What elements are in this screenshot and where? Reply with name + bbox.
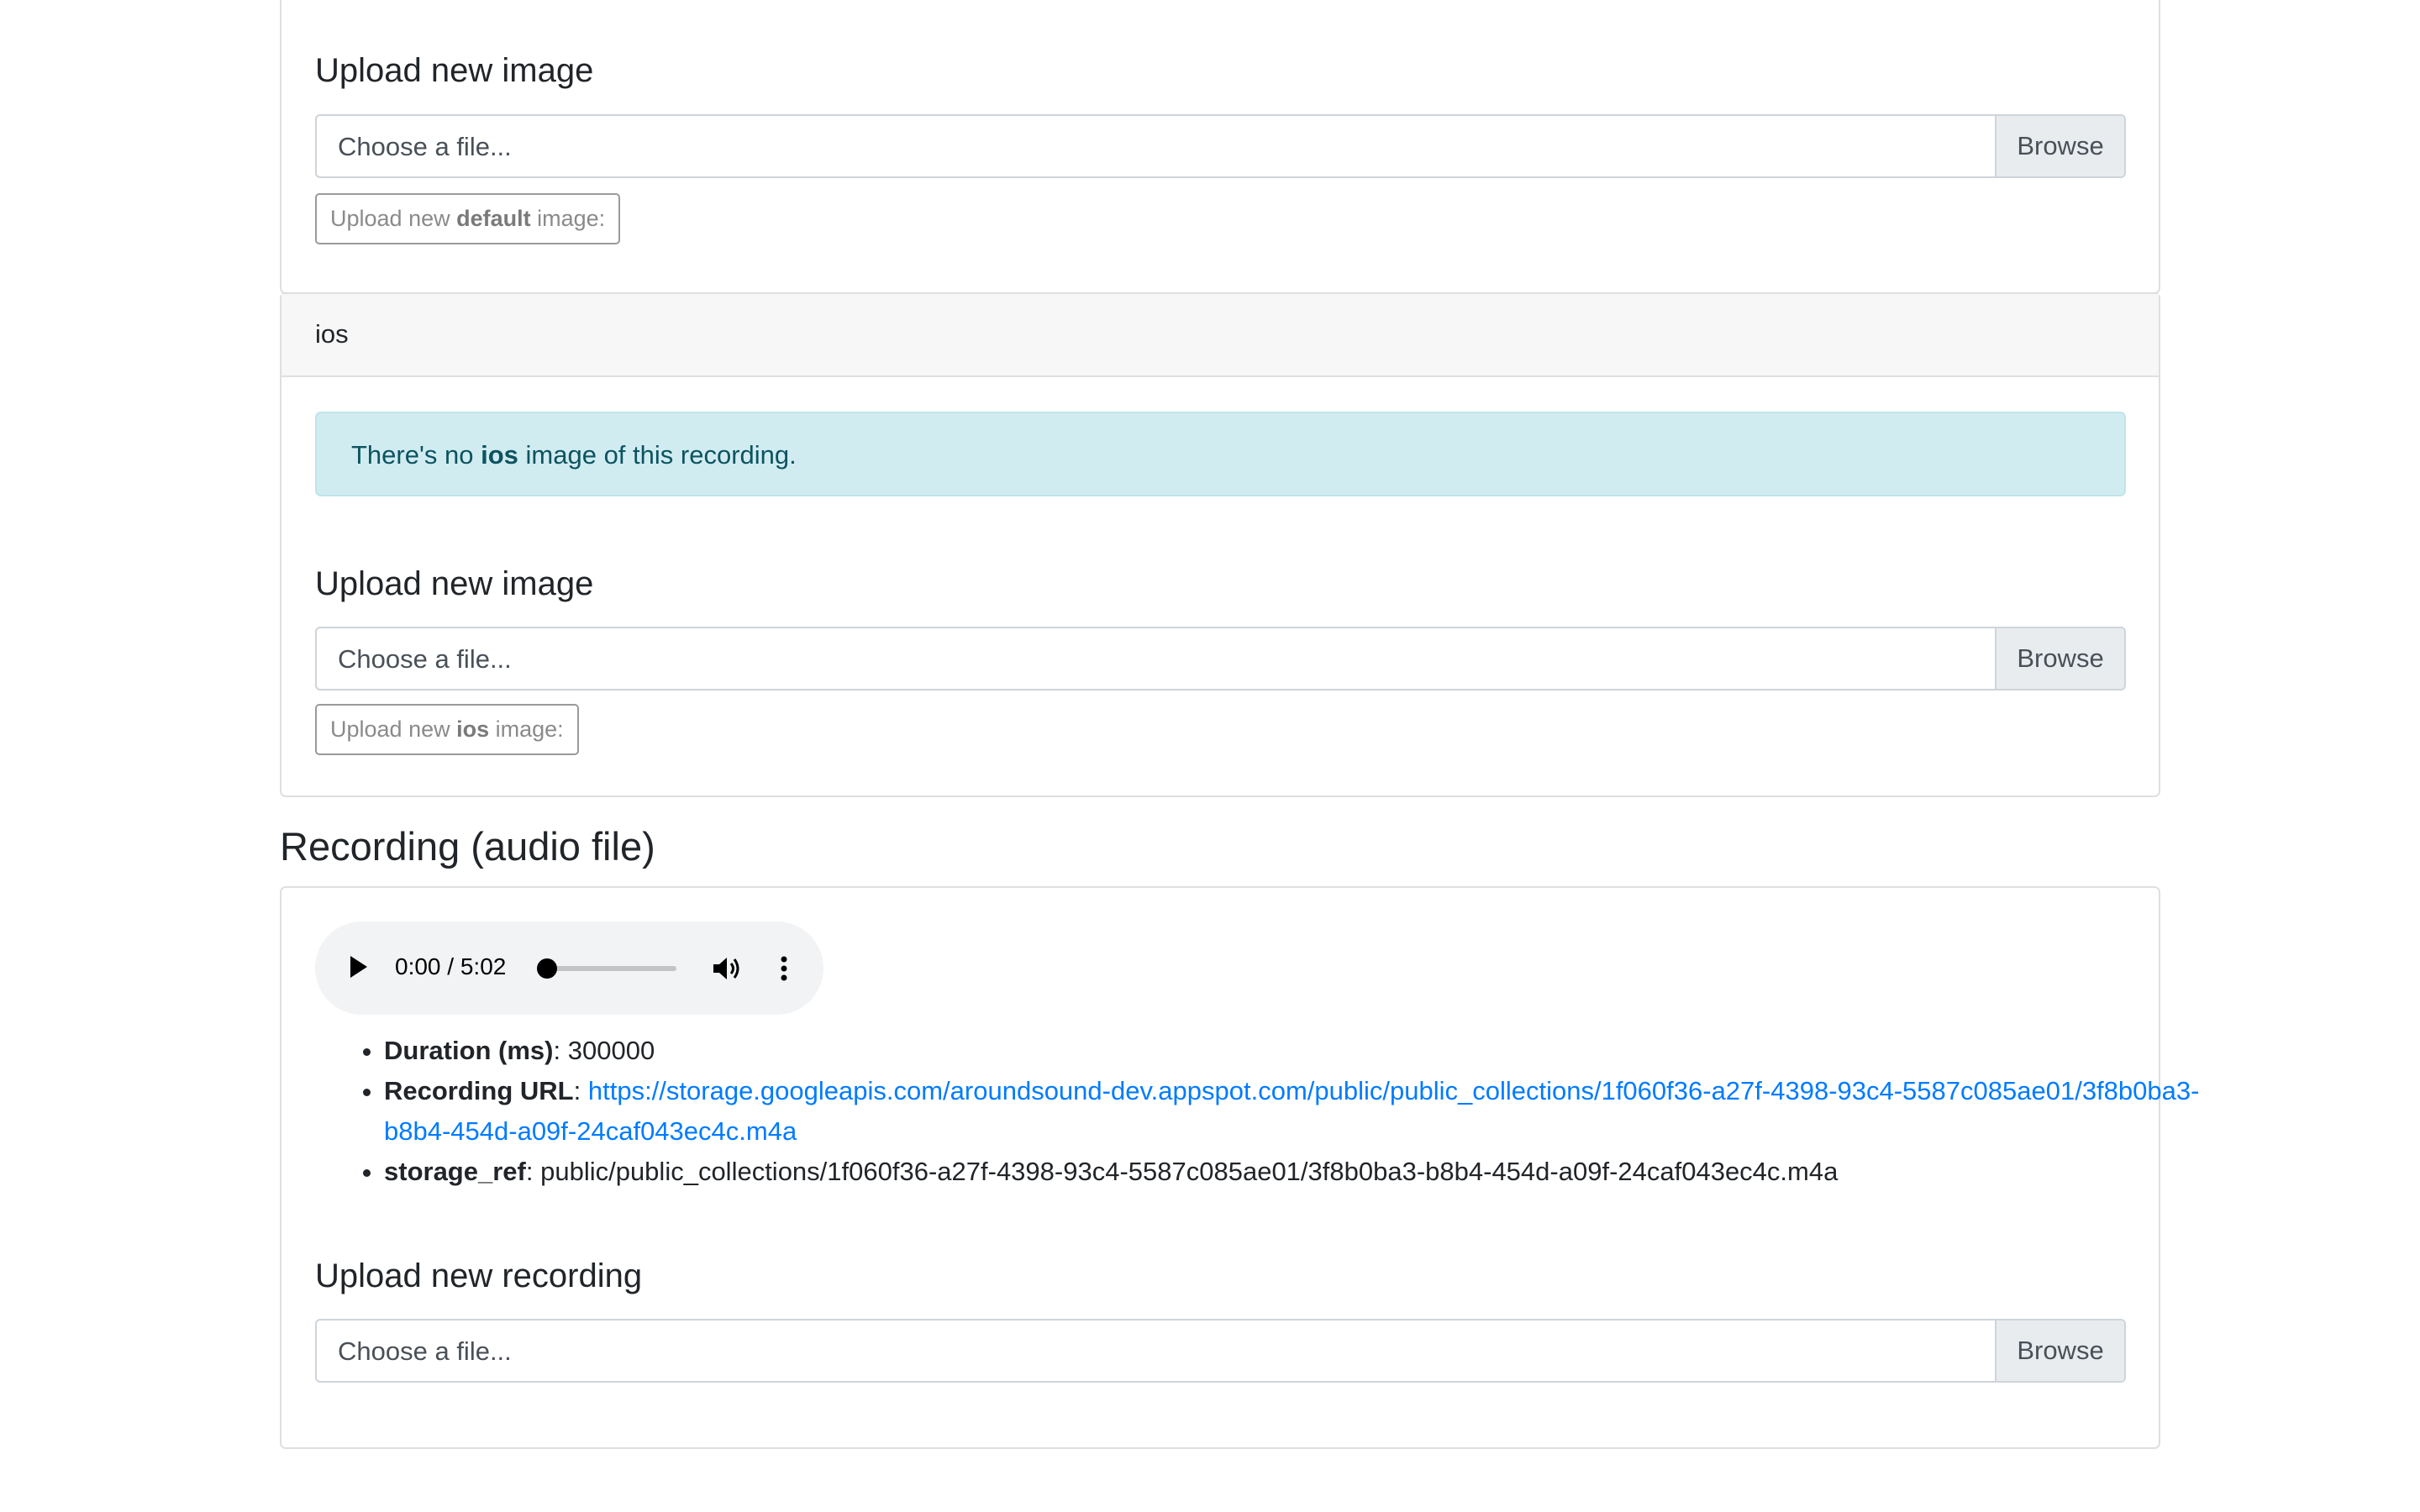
alert-prefix: There's no [351,440,481,470]
more-options-icon[interactable] [779,955,789,982]
list-item: Recording URL: https://storage.googleapi… [384,1071,2207,1152]
audio-time: 0:00 / 5:02 [395,953,506,980]
detail-value: public/public_collections/1f060f36-a27f-… [540,1157,1839,1186]
audio-player[interactable]: 0:00 / 5:02 [315,921,823,1015]
upload-image-heading: Upload new image [315,52,594,89]
default-image-file-input[interactable]: Choose a file... Browse [315,114,2126,178]
seek-track[interactable] [544,966,676,971]
file-input-placeholder: Choose a file... [338,132,512,161]
detail-label: storage_ref [384,1157,526,1186]
recording-details-list: Duration (ms): 300000 Recording URL: htt… [315,1031,2207,1192]
upload-button-bold: default [456,206,531,231]
default-image-card: Upload new image Choose a file... Browse… [280,0,2160,294]
upload-button-prefix: Upload new [330,717,457,742]
browse-button[interactable]: Browse [1995,628,2124,689]
time-separator: / [447,953,455,979]
ios-image-file-input[interactable]: Choose a file... Browse [315,627,2126,690]
list-item: Duration (ms): 300000 [384,1031,2207,1071]
no-ios-image-alert: There's no ios image of this recording. [315,412,2126,496]
upload-button-bold: ios [456,717,490,742]
page: Upload new image Choose a file... Browse… [0,0,2420,1512]
browse-button[interactable]: Browse [1995,116,2124,176]
alert-suffix: image of this recording. [518,440,797,470]
browse-button[interactable]: Browse [1995,1320,2124,1381]
card-header: ios [281,294,2159,377]
upload-recording-heading: Upload new recording [315,1257,643,1294]
detail-value: 300000 [567,1036,655,1065]
upload-ios-image-button[interactable]: Upload new ios image: [315,704,579,755]
current-time: 0:00 [395,953,441,979]
upload-button-suffix: image: [489,717,564,742]
upload-image-heading: Upload new image [315,565,594,602]
seek-thumb[interactable] [537,958,557,979]
upload-button-prefix: Upload new [330,206,457,231]
volume-icon[interactable] [712,955,742,982]
file-input-placeholder: Choose a file... [338,1336,512,1366]
detail-label: Duration (ms) [384,1036,554,1065]
upload-default-image-button[interactable]: Upload new default image: [315,193,621,244]
recording-card: 0:00 / 5:02 Duration (ms): 300000 Record… [280,886,2199,1449]
total-duration: 5:02 [460,953,507,979]
alert-text: There's no ios image of this recording. [351,440,797,470]
recording-file-input[interactable]: Choose a file... Browse [315,1319,2126,1383]
detail-label: Recording URL [384,1076,574,1105]
list-item: storage_ref: public/public_collections/1… [384,1152,2207,1192]
file-input-placeholder: Choose a file... [338,644,512,674]
upload-button-suffix: image: [530,206,606,231]
ios-image-card: ios There's no ios image of this recordi… [280,292,2160,797]
alert-bold: ios [481,440,518,470]
play-icon[interactable] [350,956,367,978]
recording-section-title: Recording (audio file) [280,824,655,869]
recording-url-link[interactable]: https://storage.googleapis.com/aroundsou… [384,1076,2199,1146]
ios-card-header-title: ios [315,319,349,349]
